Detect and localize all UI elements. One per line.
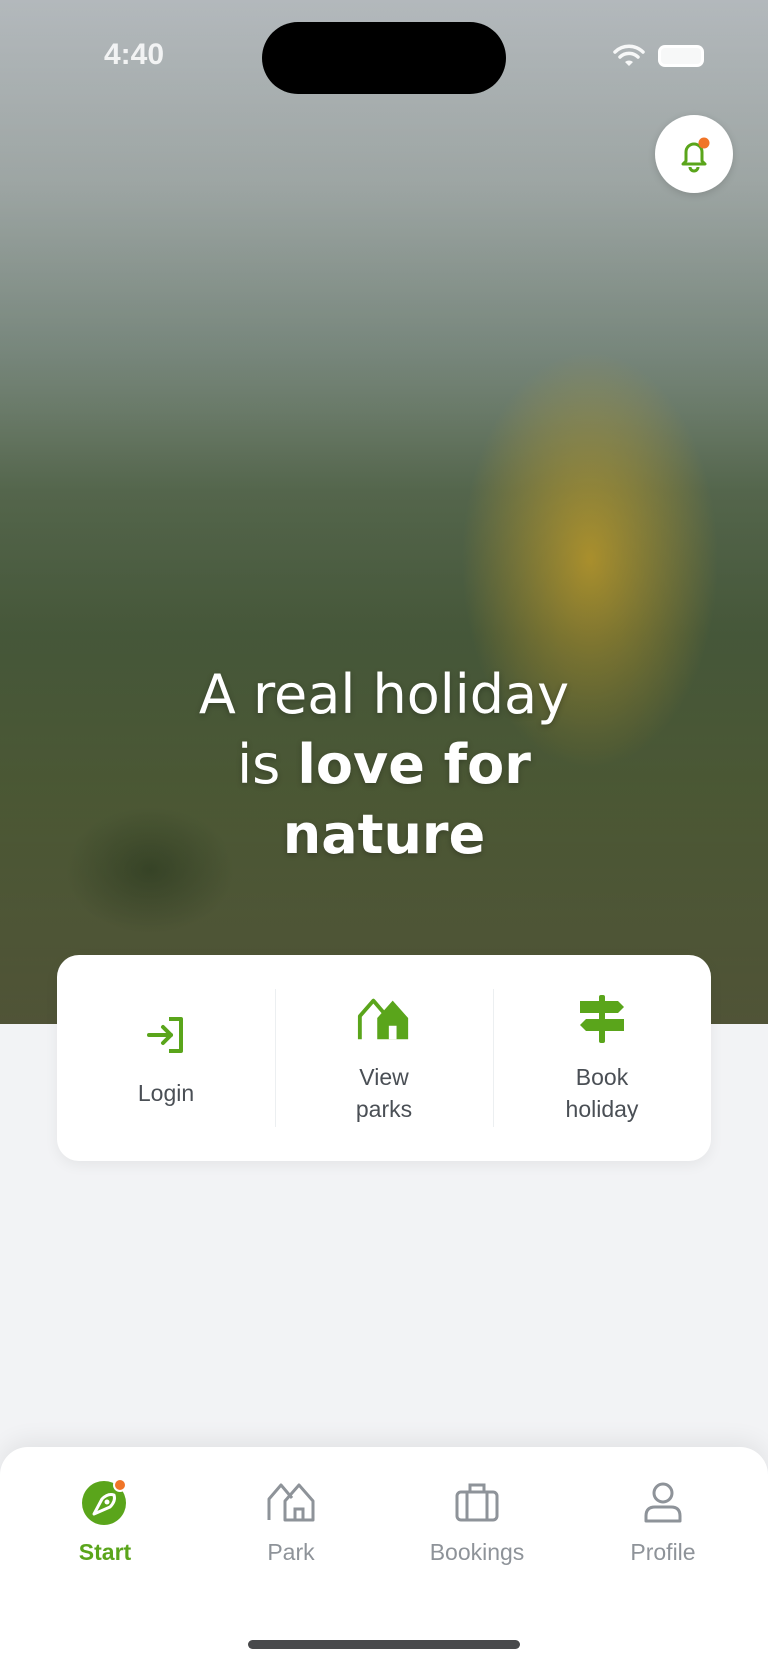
status-icons xyxy=(612,44,704,68)
view-parks-button[interactable]: View parks xyxy=(275,955,493,1161)
tagline-line-2: is love for xyxy=(237,733,531,796)
tagline-line-1: A real holiday xyxy=(198,663,570,726)
hero-banner: 4:40 A real holiday is love for nature xyxy=(0,0,768,1024)
start-logo-icon xyxy=(80,1477,130,1527)
login-icon xyxy=(138,1007,194,1063)
house-icon xyxy=(356,991,412,1047)
signpost-icon xyxy=(574,991,630,1047)
nav-profile-label: Profile xyxy=(630,1539,696,1565)
login-button[interactable]: Login xyxy=(57,955,275,1161)
bottom-navigation: Start Park Bookings Profile xyxy=(0,1447,768,1665)
suitcase-icon xyxy=(452,1477,502,1527)
park-house-icon xyxy=(266,1477,316,1527)
bell-icon xyxy=(681,137,710,173)
nav-profile[interactable]: Profile xyxy=(570,1447,756,1665)
nav-bookings[interactable]: Bookings xyxy=(384,1447,570,1665)
notifications-button[interactable] xyxy=(655,115,733,193)
login-label: Login xyxy=(137,1080,195,1106)
nav-park-label: Park xyxy=(267,1539,315,1565)
dynamic-island xyxy=(262,22,506,94)
nav-bookings-label: Bookings xyxy=(429,1539,525,1565)
wifi-icon xyxy=(613,44,645,66)
tagline-line-3: nature xyxy=(282,803,486,866)
status-time: 4:40 xyxy=(104,38,165,71)
hero-tagline: A real holiday is love for nature xyxy=(0,660,768,870)
home-indicator xyxy=(248,1640,520,1649)
book-holiday-button[interactable]: Book holiday xyxy=(493,955,711,1161)
nav-start-label: Start xyxy=(78,1539,132,1565)
nav-park[interactable]: Park xyxy=(198,1447,384,1665)
battery-icon xyxy=(658,45,704,67)
view-parks-label: View parks xyxy=(355,1064,413,1122)
quick-actions-card: Login View parks Book holiday xyxy=(57,955,711,1161)
nav-start[interactable]: Start xyxy=(12,1447,198,1665)
book-holiday-label: Book holiday xyxy=(565,1064,639,1122)
person-icon xyxy=(638,1477,688,1527)
